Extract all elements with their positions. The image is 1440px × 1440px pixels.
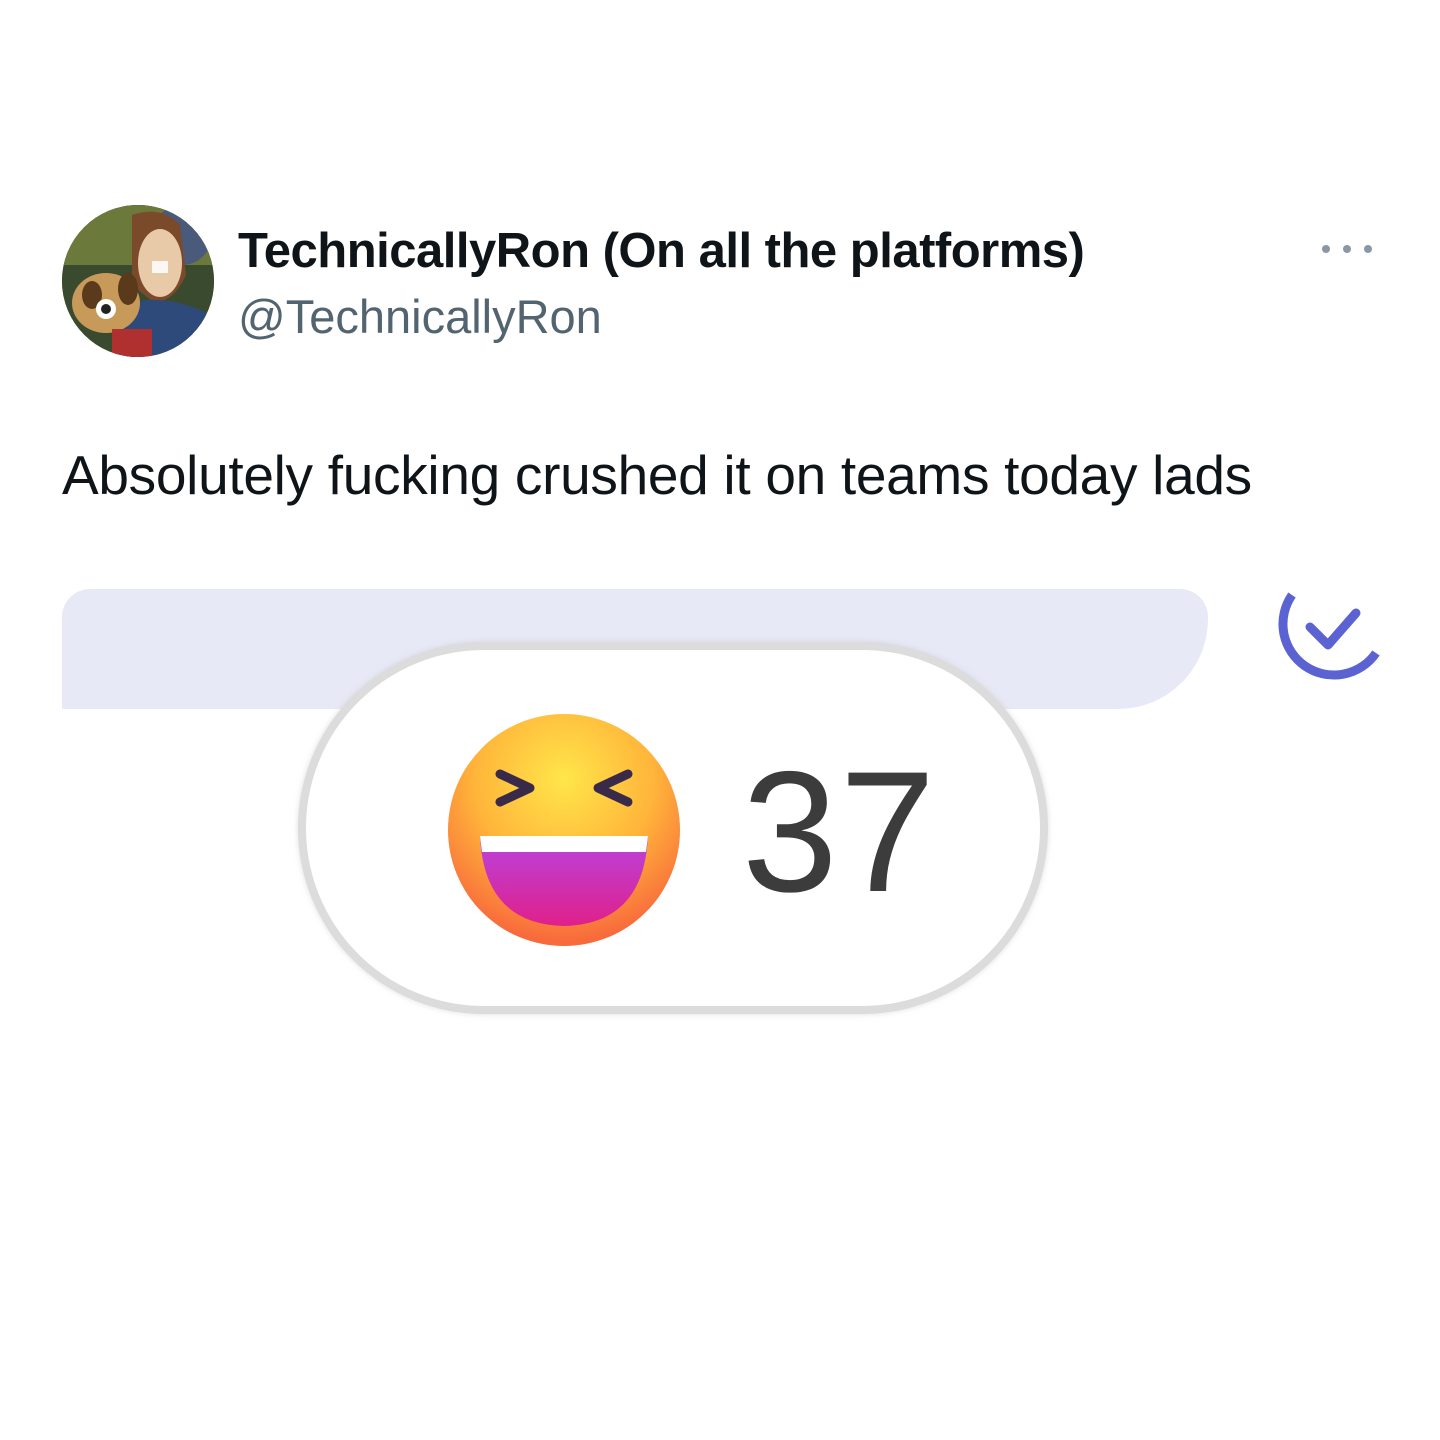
more-options-button[interactable] <box>1322 237 1372 261</box>
display-name[interactable]: TechnicallyRon (On all the platforms) <box>238 223 1085 279</box>
more-horizontal-icon-dot <box>1343 245 1351 253</box>
more-horizontal-icon-dot <box>1364 245 1372 253</box>
reaction-pill[interactable]: 37 <box>298 642 1048 1014</box>
tweet-text: Absolutely fucking crushed it on teams t… <box>62 444 1252 506</box>
user-handle[interactable]: @TechnicallyRon <box>238 289 602 344</box>
reaction-count: 37 <box>742 736 938 928</box>
avatar[interactable] <box>62 205 214 357</box>
seen-check-icon <box>1278 592 1380 680</box>
avatar-illustration <box>62 205 214 357</box>
tweet-media-image[interactable]: 37 <box>62 585 1382 1025</box>
laughing-emoji-icon <box>448 714 680 946</box>
tweet-header: TechnicallyRon (On all the platforms) @T… <box>62 205 1378 357</box>
more-horizontal-icon <box>1322 245 1330 253</box>
